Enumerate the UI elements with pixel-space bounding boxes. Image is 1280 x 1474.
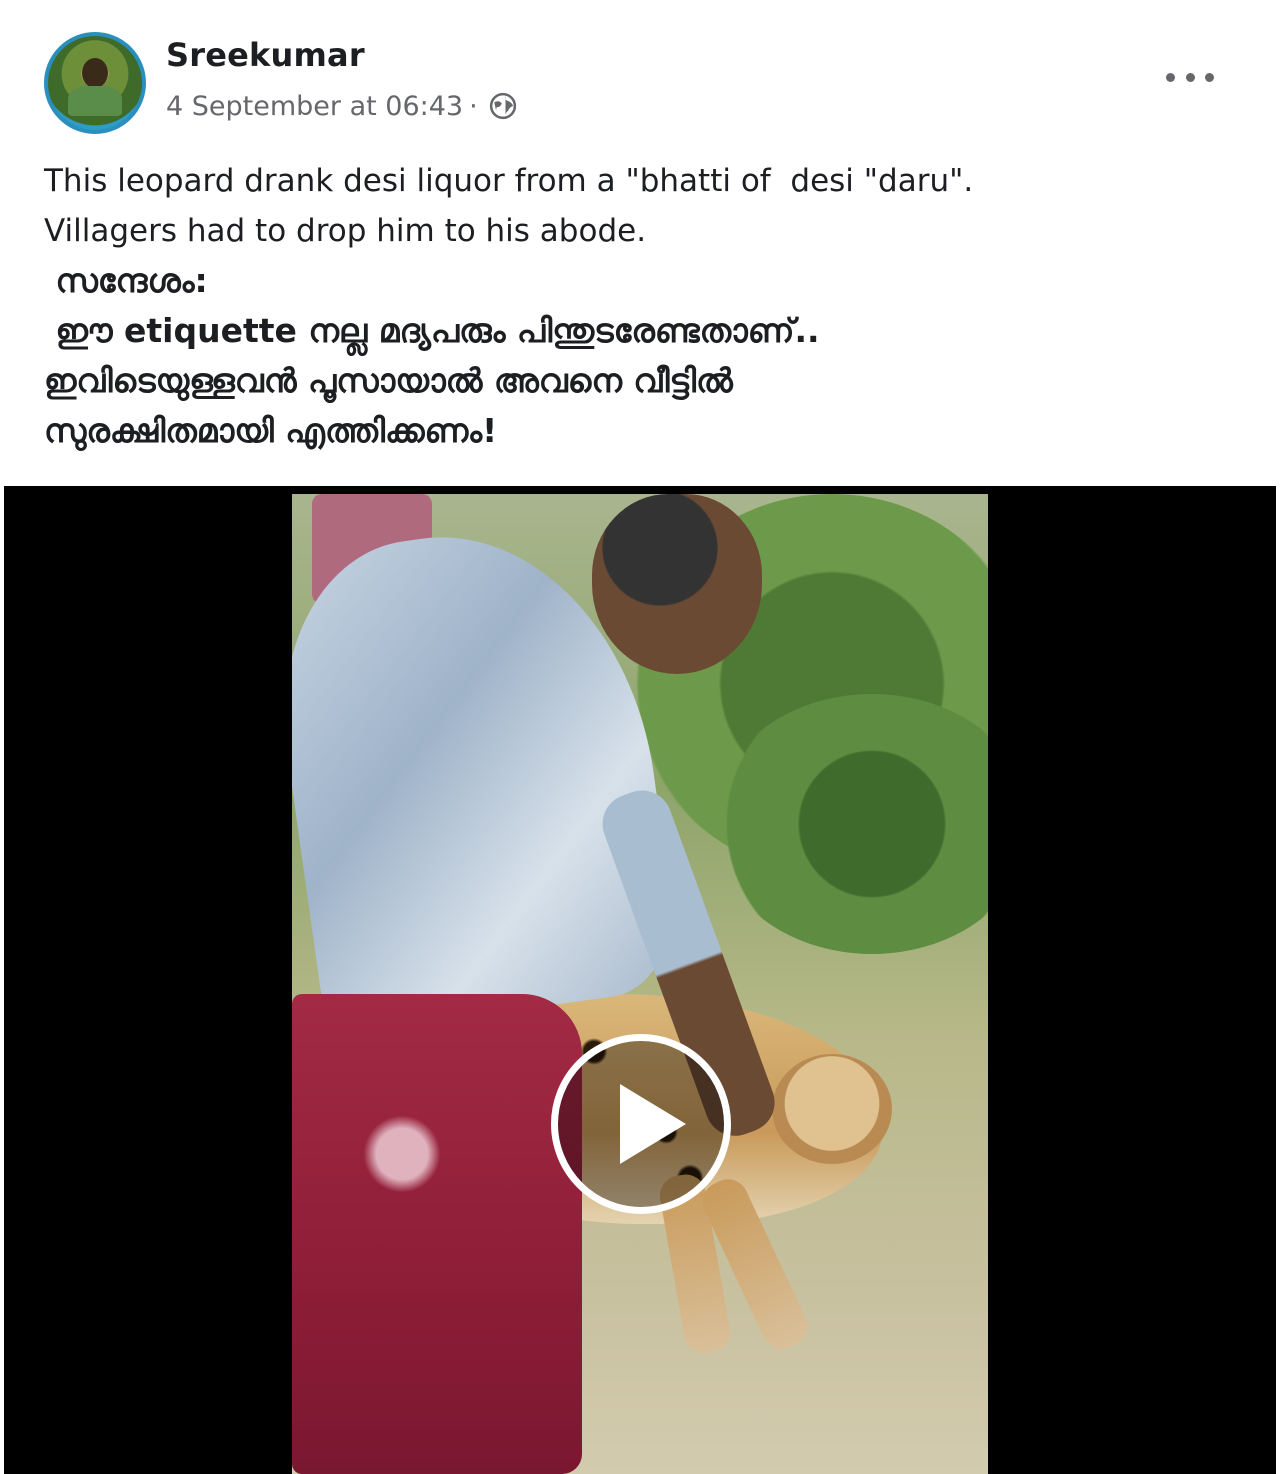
play-icon	[620, 1084, 686, 1164]
play-button[interactable]	[551, 1034, 731, 1214]
video-thumbnail[interactable]	[292, 494, 988, 1474]
meta-separator: ·	[469, 90, 478, 122]
post-text-line: Villagers had to drop him to his abode.	[44, 213, 647, 249]
person-pants	[292, 994, 582, 1474]
video-player[interactable]	[4, 486, 1276, 1474]
more-dot	[1205, 72, 1214, 82]
post-text-line: ഇവിടെയുള്ളവൻ പൂസായാൽ അവനെ വീട്ടിൽ	[44, 361, 733, 400]
pants-print	[352, 1114, 452, 1194]
avatar-body	[68, 86, 122, 116]
author-name[interactable]: Sreekumar	[166, 36, 365, 74]
post-timestamp[interactable]: 4 September at 06:43	[166, 91, 463, 122]
more-options-icon[interactable]	[1166, 64, 1214, 90]
more-dot	[1185, 72, 1195, 82]
globe-icon[interactable]	[488, 91, 518, 121]
post-text-line: This leopard drank desi liquor from a "b…	[44, 163, 974, 199]
post-text-line: സുരക്ഷിതമായി എത്തിക്കണം!	[44, 411, 498, 450]
more-dot	[1166, 72, 1175, 82]
avatar-face	[82, 58, 108, 88]
post-meta: 4 September at 06:43 ·	[166, 88, 518, 124]
facebook-post: Sreekumar 4 September at 06:43 · This le…	[0, 0, 1280, 1474]
leopard-head	[772, 1054, 892, 1164]
post-text-line: സന്ദേശം:	[44, 261, 208, 300]
post-header: Sreekumar 4 September at 06:43 ·	[0, 0, 1280, 140]
person-head	[592, 494, 762, 674]
post-text: This leopard drank desi liquor from a "b…	[44, 156, 1244, 456]
post-text-line: ഈ etiquette നല്ല മദ്യപരും പിന്തുടരേണ്ടതാ…	[44, 311, 820, 350]
author-avatar[interactable]	[44, 32, 146, 134]
